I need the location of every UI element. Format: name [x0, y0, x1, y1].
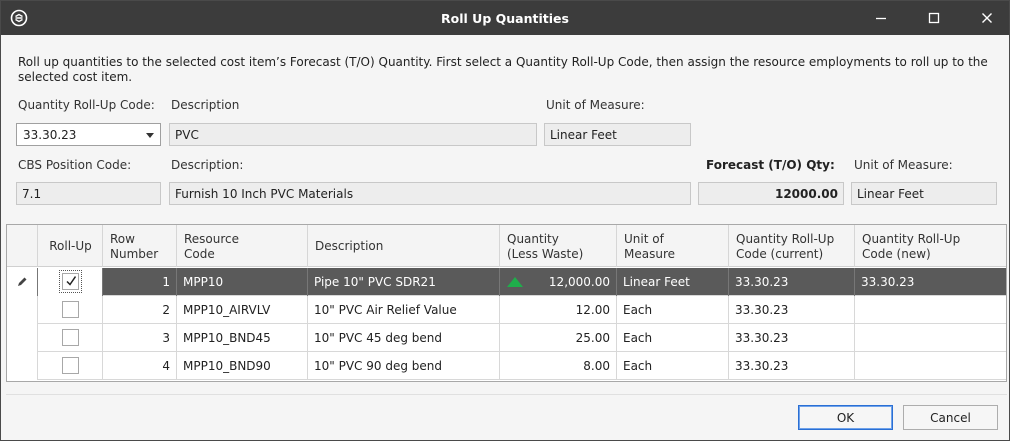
forecast-qty-field: 12000.00 — [698, 182, 844, 205]
cbs-uom-field: Linear Feet — [851, 182, 997, 205]
quantity-cell: 8.00 — [500, 352, 617, 380]
resource-grid: Roll-Up Row Number Resource Code Descrip… — [6, 224, 1007, 382]
header-qrc-new[interactable]: Quantity Roll-Up Code (new) — [855, 225, 1006, 267]
table-row[interactable]: 4 MPP10_BND90 10" PVC 90 deg bend 8.00 E… — [7, 352, 1006, 380]
rollup-checkbox-cell[interactable] — [38, 324, 103, 352]
rollup-uom-label: Unit of Measure: — [546, 98, 645, 112]
table-row[interactable]: 2 MPP10_AIRVLV 10" PVC Air Relief Value … — [7, 296, 1006, 324]
uom-cell: Each — [617, 324, 729, 352]
maximize-icon — [928, 12, 940, 24]
row-indicator — [7, 296, 38, 324]
cbs-position-code-label: CBS Position Code: — [18, 158, 132, 172]
cbs-description-field: Furnish 10 Inch PVC Materials — [169, 182, 691, 205]
description-cell: Pipe 10" PVC SDR21 — [308, 268, 500, 296]
header-row-number[interactable]: Row Number — [103, 225, 177, 267]
window-title: Roll Up Quantities — [441, 11, 569, 26]
uom-cell: Each — [617, 296, 729, 324]
footer-divider — [6, 394, 1007, 395]
quantity-cell: 12,000.00 — [500, 268, 617, 296]
resource-code-cell: MPP10 — [177, 268, 308, 296]
intro-text: Roll up quantities to the selected cost … — [18, 55, 988, 84]
pencil-icon — [18, 277, 27, 286]
rollup-checkbox-cell[interactable] — [38, 352, 103, 380]
table-row[interactable]: 1 MPP10 Pipe 10" PVC SDR21 12,000.00 Lin… — [7, 268, 1006, 296]
rollup-checkbox-cell[interactable] — [38, 268, 103, 296]
cbs-description-label: Description: — [171, 158, 244, 172]
table-row[interactable]: 3 MPP10_BND45 10" PVC 45 deg bend 25.00 … — [7, 324, 1006, 352]
close-button[interactable] — [967, 5, 1007, 31]
resource-code-cell: MPP10_BND45 — [177, 324, 308, 352]
row-number-cell: 4 — [103, 352, 177, 380]
title-bar: Roll Up Quantities — [1, 1, 1009, 35]
quantity-cell: 12.00 — [500, 296, 617, 324]
quantity-rollup-code-label: Quantity Roll-Up Code: — [18, 98, 155, 112]
row-number-cell: 1 — [103, 268, 177, 296]
minimize-button[interactable] — [861, 5, 901, 31]
rollup-uom-field: Linear Feet — [544, 123, 691, 146]
rollup-checkbox-cell[interactable] — [38, 296, 103, 324]
minimize-icon — [876, 17, 886, 20]
header-resource-code[interactable]: Resource Code — [177, 225, 308, 267]
quantity-cell: 25.00 — [500, 324, 617, 352]
header-uom[interactable]: Unit of Measure — [617, 225, 729, 267]
check-icon — [66, 276, 76, 286]
forecast-qty-label: Forecast (T/O) Qty: — [706, 158, 835, 172]
rollup-checkbox[interactable] — [62, 357, 79, 374]
row-indicator — [7, 268, 38, 296]
qrc-new-cell: 33.30.23 — [861, 275, 915, 289]
row-number-cell: 3 — [103, 324, 177, 352]
quantity-rollup-code-select[interactable]: 33.30.23 — [16, 123, 161, 146]
row-indicator — [7, 324, 38, 352]
header-qrc-current[interactable]: Quantity Roll-Up Code (current) — [729, 225, 855, 267]
uom-cell: Linear Feet — [617, 268, 729, 296]
qrc-current-cell: 33.30.23 — [729, 324, 855, 352]
rollup-description-field: PVC — [169, 123, 537, 146]
description-cell: 10" PVC 90 deg bend — [308, 352, 500, 380]
quantity-rollup-code-value: 33.30.23 — [23, 128, 77, 142]
ok-button[interactable]: OK — [798, 405, 893, 430]
qrc-current-cell: 33.30.23 — [729, 268, 855, 296]
row-indicator — [7, 352, 38, 380]
uom-cell: Each — [617, 352, 729, 380]
chevron-down-icon[interactable] — [146, 133, 154, 138]
increase-arrow-icon — [507, 277, 523, 287]
rollup-description-label: Description — [171, 98, 240, 112]
rollup-checkbox[interactable] — [59, 270, 82, 293]
quantity-value: 12,000.00 — [548, 275, 610, 289]
header-rollup[interactable]: Roll-Up — [38, 225, 103, 267]
qrc-current-cell: 33.30.23 — [729, 352, 855, 380]
roll-up-quantities-dialog: Roll Up Quantities Roll up quantities to… — [0, 0, 1010, 441]
qrc-new-cell — [855, 324, 1006, 352]
header-quantity[interactable]: Quantity (Less Waste) — [500, 225, 617, 267]
description-cell: 10" PVC 45 deg bend — [308, 324, 500, 352]
row-number-cell: 2 — [103, 296, 177, 324]
qrc-current-cell: 33.30.23 — [729, 296, 855, 324]
rollup-checkbox[interactable] — [62, 301, 79, 318]
cbs-uom-label: Unit of Measure: — [854, 158, 953, 172]
qrc-new-cell — [855, 296, 1006, 324]
description-cell: 10" PVC Air Relief Value — [308, 296, 500, 324]
resource-code-cell: MPP10_BND90 — [177, 352, 308, 380]
grid-header: Roll-Up Row Number Resource Code Descrip… — [7, 225, 1006, 267]
header-indicator — [7, 225, 38, 267]
cancel-button[interactable]: Cancel — [903, 405, 998, 430]
header-description[interactable]: Description — [308, 225, 500, 267]
cbs-position-code-field: 7.1 — [16, 182, 161, 205]
close-icon — [982, 13, 992, 23]
qrc-new-cell — [855, 352, 1006, 380]
rollup-checkbox[interactable] — [62, 329, 79, 346]
maximize-button[interactable] — [914, 5, 954, 31]
resource-code-cell: MPP10_AIRVLV — [177, 296, 308, 324]
